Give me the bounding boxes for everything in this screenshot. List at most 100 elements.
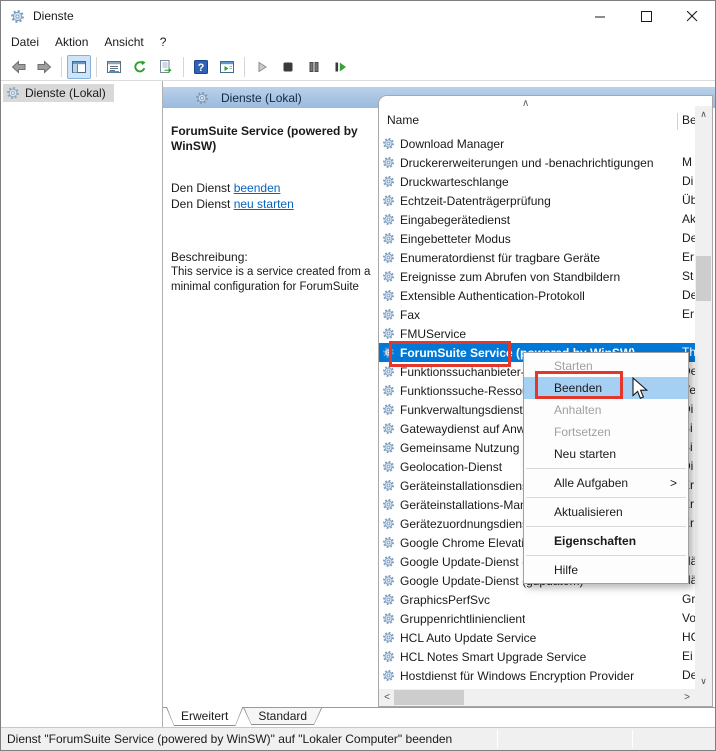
- service-name: Druckererweiterungen und -benachrichtigu…: [400, 156, 654, 170]
- service-row[interactable]: HCL Auto Update ServiceHC: [379, 628, 695, 647]
- service-row[interactable]: Hostdienst für Windows Encryption Provid…: [379, 666, 695, 685]
- stop-service-row: Den Dienst beenden: [171, 181, 372, 197]
- service-description: HC: [682, 630, 695, 644]
- service-name: Eingabegerätedienst: [400, 213, 510, 227]
- service-description: M: [682, 155, 695, 169]
- menu-item-hilfe[interactable]: Hilfe: [524, 559, 688, 581]
- minimize-button[interactable]: [577, 1, 623, 31]
- services-band-icon: [195, 91, 209, 105]
- service-gear-icon: [382, 574, 396, 587]
- tab-standard-label: Standard: [244, 708, 321, 724]
- column-divider[interactable]: [677, 113, 678, 130]
- service-name: Enumeratordienst für tragbare Geräte: [400, 251, 600, 265]
- vertical-scrollbar[interactable]: ∧ ∨: [695, 106, 712, 689]
- start-service-button[interactable]: [250, 55, 274, 79]
- service-description: Vo: [682, 611, 695, 625]
- service-row[interactable]: FaxEr: [379, 305, 695, 324]
- service-row[interactable]: Download Manager: [379, 134, 695, 153]
- help-icon: ?: [193, 59, 209, 75]
- service-description: Di: [682, 174, 695, 188]
- stop-service-button[interactable]: [276, 55, 300, 79]
- menu-item-aktualisieren[interactable]: Aktualisieren: [524, 501, 688, 523]
- menu-item-label: Alle Aufgaben: [554, 476, 628, 490]
- maximize-button[interactable]: [623, 1, 669, 31]
- menu-ansicht[interactable]: Ansicht: [96, 33, 151, 51]
- pause-service-button[interactable]: [302, 55, 326, 79]
- export-list-icon: [158, 59, 174, 75]
- service-name: Extensible Authentication-Protokoll: [400, 289, 585, 303]
- service-row[interactable]: Ereignisse zum Abrufen von StandbildernS…: [379, 267, 695, 286]
- restart-service-link[interactable]: neu starten: [234, 197, 294, 211]
- service-row[interactable]: HCL Notes Smart Upgrade ServiceEi: [379, 647, 695, 666]
- selected-service-title: ForumSuite Service (powered by: [171, 124, 372, 139]
- service-row[interactable]: GruppenrichtlinienclientVo: [379, 609, 695, 628]
- services-node-icon: [6, 86, 20, 100]
- scroll-left-icon[interactable]: <: [379, 689, 395, 706]
- tab-standard[interactable]: Standard: [243, 708, 322, 725]
- scroll-right-icon[interactable]: >: [679, 689, 695, 706]
- menu-item-label: Neu starten: [554, 447, 616, 461]
- stop-service-link[interactable]: beenden: [234, 181, 281, 195]
- extended-description-panel: ForumSuite Service (powered by WinSW) De…: [163, 108, 378, 707]
- stop-prefix: Den Dienst: [171, 181, 234, 195]
- sidebar-item-dienste-lokal[interactable]: Dienste (Lokal): [3, 84, 114, 102]
- service-description: De: [682, 288, 695, 302]
- svg-text:?: ?: [198, 62, 205, 74]
- menu-item-eigenschaften[interactable]: Eigenschaften: [524, 530, 688, 552]
- menu-item-label: Hilfe: [554, 563, 578, 577]
- annotation-box-service: [389, 341, 511, 367]
- horizontal-scrollbar-thumb[interactable]: [394, 690, 464, 705]
- vertical-scrollbar-thumb[interactable]: [696, 256, 711, 301]
- service-row[interactable]: Echtzeit-DatenträgerprüfungÜb: [379, 191, 695, 210]
- service-row[interactable]: Druckererweiterungen und -benachrichtigu…: [379, 153, 695, 172]
- service-name: Funkverwaltungsdienst: [400, 403, 523, 417]
- service-gear-icon: [382, 156, 396, 169]
- column-header-name[interactable]: Name: [387, 113, 419, 127]
- export-list-button[interactable]: [154, 55, 178, 79]
- close-button[interactable]: [669, 1, 715, 31]
- view-tab-strip: Erweitert Standard: [163, 707, 715, 727]
- help-button[interactable]: ?: [189, 55, 213, 79]
- menu-datei[interactable]: Datei: [3, 33, 47, 51]
- status-separator: [632, 730, 633, 748]
- pane-header-title: Dienste (Lokal): [221, 91, 302, 105]
- service-row[interactable]: DruckwarteschlangeDi: [379, 172, 695, 191]
- menu-separator: [526, 526, 686, 527]
- restart-service-button[interactable]: [328, 55, 352, 79]
- scroll-up-icon[interactable]: ∧: [695, 106, 712, 122]
- service-name: HCL Notes Smart Upgrade Service: [400, 650, 586, 664]
- toolbar-separator: [244, 57, 245, 77]
- back-icon: [10, 59, 27, 75]
- service-row[interactable]: EingabegerätedienstAk: [379, 210, 695, 229]
- service-row[interactable]: Eingebetteter ModusDe: [379, 229, 695, 248]
- menu-aktion[interactable]: Aktion: [47, 33, 96, 51]
- show-standard-tab-button[interactable]: [215, 55, 239, 79]
- properties-button[interactable]: [102, 55, 126, 79]
- back-button[interactable]: [6, 55, 30, 79]
- menu-item-anhalten[interactable]: Anhalten: [524, 399, 688, 421]
- menu-item-neu-starten[interactable]: Neu starten: [524, 443, 688, 465]
- service-row[interactable]: GraphicsPerfSvcGr: [379, 590, 695, 609]
- show-console-tree-button[interactable]: [67, 55, 91, 79]
- forward-button[interactable]: [32, 55, 56, 79]
- menu-item-alle-aufgaben[interactable]: Alle Aufgaben>: [524, 472, 688, 494]
- menu-item-fortsetzen[interactable]: Fortsetzen: [524, 421, 688, 443]
- service-gear-icon: [382, 232, 396, 245]
- horizontal-scrollbar[interactable]: < >: [379, 689, 695, 706]
- service-description: Gr: [682, 592, 695, 606]
- service-gear-icon: [382, 422, 396, 435]
- service-row[interactable]: Enumeratordienst für tragbare GeräteEr: [379, 248, 695, 267]
- maximize-icon: [641, 11, 652, 22]
- scroll-down-icon[interactable]: ∨: [695, 673, 712, 689]
- refresh-button[interactable]: [128, 55, 152, 79]
- menu-hilfe[interactable]: ?: [152, 33, 175, 51]
- service-description: Er: [682, 307, 695, 321]
- title-bar: Dienste: [1, 1, 715, 31]
- service-gear-icon: [382, 593, 396, 606]
- properties-icon: [106, 59, 122, 75]
- status-separator: [497, 730, 498, 748]
- service-description: De: [682, 668, 695, 682]
- list-header: ∧ Name Beschreibung: [379, 96, 712, 134]
- tab-erweitert[interactable]: Erweitert: [166, 707, 243, 726]
- service-row[interactable]: Extensible Authentication-Protokoll De: [379, 286, 695, 305]
